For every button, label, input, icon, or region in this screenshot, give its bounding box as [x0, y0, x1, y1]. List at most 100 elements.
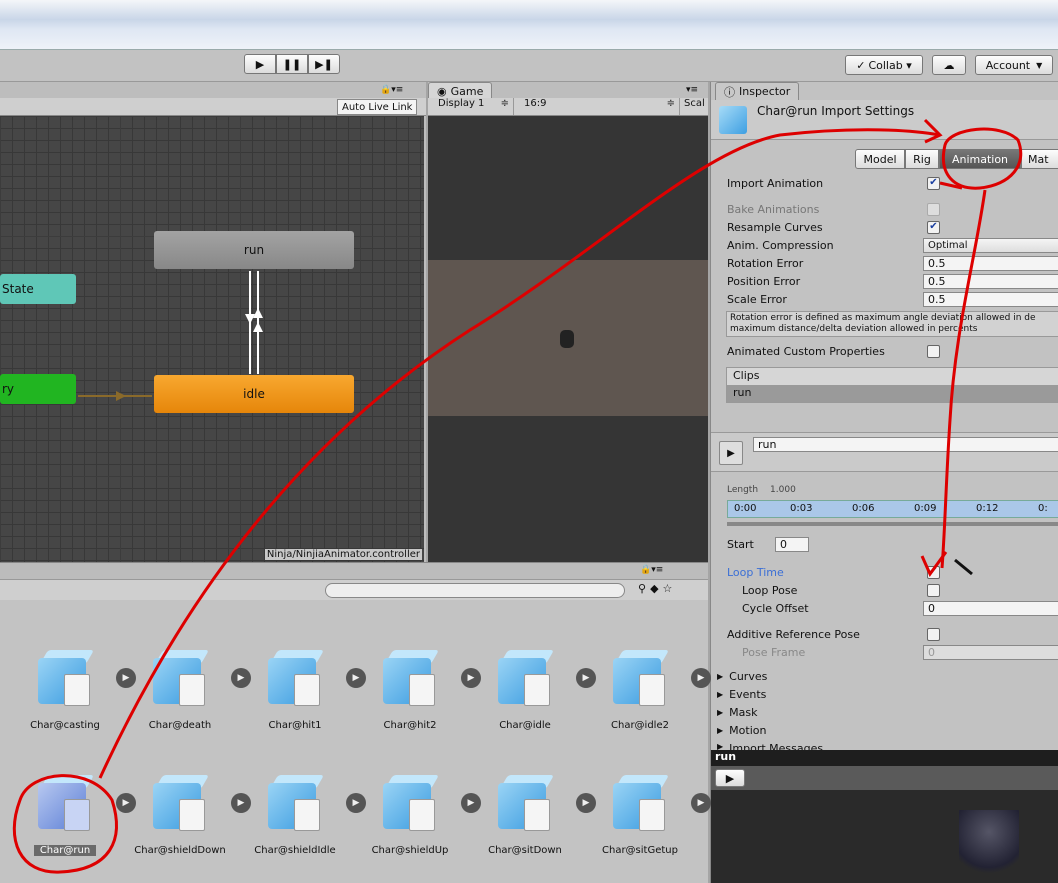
account-button[interactable]: Account ▼ — [975, 55, 1053, 75]
length-row: Length 1.000 — [727, 485, 796, 495]
loop-pose-row: Loop Pose — [742, 581, 1058, 599]
foldout-curves[interactable]: ▶ Curves — [717, 670, 767, 683]
asset-tile[interactable]: ▶ Char@hit2 — [355, 648, 481, 731]
cycle-offset-field[interactable]: 0 — [923, 600, 1058, 616]
collab-button[interactable]: ✓ Collab ▾ — [845, 55, 923, 75]
cycle-offset-row: Cycle Offset 0 — [742, 599, 1058, 617]
game-toolbar: Display 1 ≑ 16:9 ≑ Scal — [428, 98, 708, 116]
resample-curves-checkbox[interactable]: ✔ — [927, 220, 940, 234]
foldout-import-messages[interactable]: ▶ Import Messages — [717, 742, 823, 750]
timeline-range[interactable] — [727, 522, 1058, 526]
rotation-error-field[interactable]: 0.5 — [923, 255, 1058, 271]
loop-time-row: Loop Time ✔ — [727, 563, 1058, 581]
rotation-error-row: Rotation Error 0.5 — [727, 254, 1058, 272]
scale-error-row: Scale Error 0.5 — [727, 290, 1058, 308]
clip-item[interactable]: run — [727, 385, 1058, 402]
tab-rig[interactable]: Rig — [905, 149, 939, 169]
timeline[interactable]: 0:00 0:03 0:06 0:09 0:12 0: — [727, 500, 1058, 518]
scale-error-field[interactable]: 0.5 — [923, 291, 1058, 307]
clips-list: Clips run — [726, 367, 1058, 403]
tab-materials[interactable]: Mat — [1021, 149, 1058, 169]
animated-custom-checkbox[interactable] — [927, 344, 940, 358]
asset-tile[interactable]: ▶ Char@idle2 — [585, 648, 711, 731]
asset-tile[interactable]: ▶ Char@sitGetup — [585, 773, 711, 856]
resample-curves-row: Resample Curves ✔ — [727, 218, 1058, 236]
preview-character[interactable] — [959, 810, 1019, 883]
display-select[interactable]: Display 1 ≑ — [428, 98, 514, 115]
tab-animation[interactable]: Animation — [939, 149, 1021, 169]
label-icon[interactable]: ◆ — [650, 582, 658, 595]
asset-tile[interactable]: ▶ Char@hit1 — [240, 648, 366, 731]
game-view-scene[interactable] — [428, 260, 708, 416]
chevron-right-icon: ▶ — [717, 708, 724, 717]
foldout-motion[interactable]: ▶ Motion — [717, 724, 766, 737]
asset-tile[interactable]: ▶ Char@casting — [10, 648, 136, 731]
star-icon[interactable]: ☆ — [663, 582, 673, 595]
chevron-right-icon: ▶ — [717, 726, 724, 735]
play-icon[interactable]: ▶ — [691, 793, 711, 813]
asset-tile[interactable]: ▶ Char@idle — [470, 648, 596, 731]
asset-tile[interactable]: ▶ Char@shieldIdle — [240, 773, 366, 856]
additive-pose-row: Additive Reference Pose — [727, 625, 1058, 643]
cloud-icon: ☁ — [943, 58, 955, 72]
cloud-button[interactable]: ☁ — [932, 55, 966, 75]
game-view-bottom — [428, 416, 708, 562]
project-asset-grid: ▶ Char@casting ▶ Char@death ▶ Char@hit1 ▶ Ch… — [0, 600, 711, 883]
tab-inspector[interactable]: ⓘ Inspector — [715, 82, 800, 100]
aspect-select[interactable]: 16:9 ≑ — [514, 98, 680, 115]
chevron-right-icon: ▶ — [717, 672, 724, 681]
step-button[interactable]: ▶❚ — [308, 54, 340, 74]
character-sprite — [560, 330, 574, 348]
anim-compression-select[interactable]: Optimal — [923, 237, 1058, 253]
animator-graph[interactable]: run idle State ry Ninja/NinjiaAnimator.c… — [0, 116, 424, 562]
panel-menu-icon[interactable]: 🔒▾≡ — [640, 565, 663, 575]
asset-tile-selected[interactable]: ▶ Char@run — [10, 773, 136, 856]
position-error-field[interactable]: 0.5 — [923, 273, 1058, 289]
filter-type-icon[interactable]: ⚲ — [638, 582, 646, 595]
foldout-events[interactable]: ▶ Events — [717, 688, 766, 701]
anim-compression-row: Anim. Compression Optimal — [727, 236, 1058, 254]
import-tabs: Model Rig Animation Mat — [855, 149, 1058, 169]
position-error-row: Position Error 0.5 — [727, 272, 1058, 290]
preview-play-button[interactable]: ▶ — [715, 769, 745, 787]
controller-path: Ninja/NinjiaAnimator.controller — [264, 549, 422, 560]
search-input[interactable] — [325, 583, 625, 598]
pause-button[interactable]: ❚❚ — [276, 54, 308, 74]
foldout-mask[interactable]: ▶ Mask — [717, 706, 758, 719]
clips-header: Clips — [727, 368, 1058, 385]
panel-menu-icon[interactable]: ▾≡ — [686, 85, 698, 95]
window-title-bar — [0, 0, 1058, 50]
play-icon: ▶ — [725, 771, 735, 785]
start-field[interactable]: 0 — [775, 536, 809, 552]
clip-play-button[interactable]: ▶ — [719, 441, 743, 465]
scale-slider[interactable]: Scal — [680, 98, 705, 115]
import-animation-checkbox[interactable]: ✔ — [927, 176, 940, 190]
lock-icon[interactable]: 🔒▾≡ — [380, 85, 403, 95]
pose-frame-field: 0 — [923, 644, 1058, 660]
clip-header: ▶ run — [711, 432, 1058, 472]
pause-icon: ❚❚ — [282, 57, 302, 71]
auto-live-link-button[interactable]: Auto Live Link — [337, 99, 418, 115]
bake-animations-checkbox — [927, 202, 940, 216]
loop-pose-checkbox[interactable] — [927, 583, 940, 597]
game-panel: ◉ Game ▾≡ Display 1 ≑ 16:9 ≑ Scal — [428, 82, 708, 562]
asset-tile[interactable]: ▶ Char@shieldUp — [355, 773, 481, 856]
game-icon: ◉ — [437, 85, 447, 98]
step-icon: ▶❚ — [315, 57, 333, 71]
asset-tile[interactable]: ▶ Char@death — [125, 648, 251, 731]
loop-time-checkbox[interactable]: ✔ — [927, 565, 940, 579]
asset-tile[interactable]: ▶ Char@sitDown — [470, 773, 596, 856]
import-animation-row: Import Animation ✔ — [727, 174, 1058, 192]
additive-pose-checkbox[interactable] — [927, 627, 940, 641]
clip-name-field[interactable]: run — [753, 437, 1058, 452]
play-icon[interactable]: ▶ — [691, 668, 711, 688]
play-button[interactable]: ▶ — [244, 54, 276, 74]
tab-model[interactable]: Model — [855, 149, 905, 169]
chevron-right-icon: ▶ — [717, 690, 724, 699]
preview-title: run — [711, 750, 1058, 766]
chevron-right-icon: ▶ — [717, 742, 724, 750]
chevron-down-icon: ▼ — [1036, 60, 1043, 70]
play-controls: ▶ ❚❚ ▶❚ — [244, 54, 340, 74]
asset-tile[interactable]: ▶ Char@shieldDown — [125, 773, 251, 856]
inspector-header: Char@run Import Settings — [711, 100, 1058, 140]
